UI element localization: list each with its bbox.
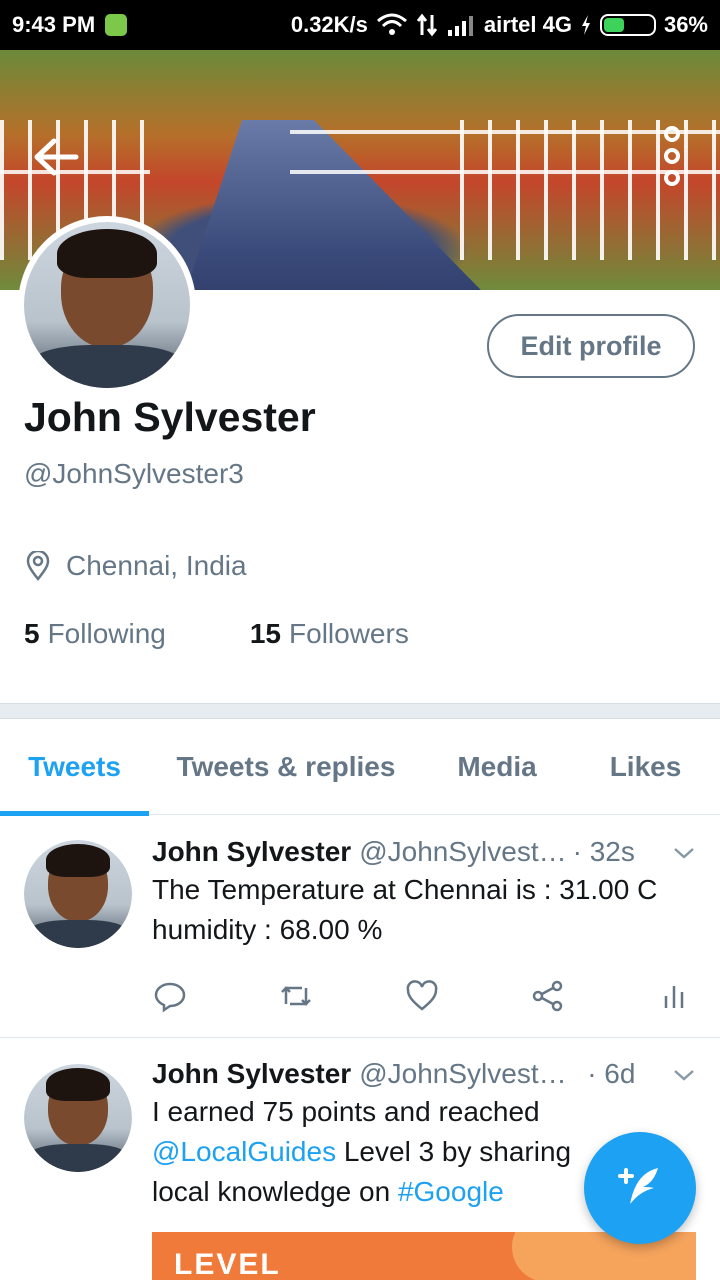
network-speed: 0.32K/s: [290, 12, 368, 37]
tweet-text-line: humidity : 68.00 %: [152, 914, 383, 945]
android-notification-icon: [105, 14, 128, 36]
followers-label: Followers: [289, 618, 409, 649]
wifi-icon: [376, 13, 407, 35]
compose-tweet-icon: [618, 1168, 658, 1204]
back-button[interactable]: [28, 134, 84, 180]
tab-media[interactable]: Media: [423, 719, 571, 815]
more-vertical-icon[interactable]: [660, 126, 684, 186]
retweet-icon[interactable]: [278, 978, 314, 1014]
tab-tweets[interactable]: Tweets: [0, 719, 149, 816]
data-transfer-icon: [416, 13, 438, 37]
carrier-label: airtel 4G: [483, 12, 572, 37]
tweet-time: · 6d: [587, 1058, 636, 1089]
following-count: 5: [24, 618, 40, 649]
section-divider: [0, 703, 720, 719]
status-time: 9:43 PM: [12, 12, 96, 37]
like-heart-icon[interactable]: [404, 978, 440, 1014]
battery-icon: [599, 14, 656, 36]
status-bar: 9:43 PM 0.32K/s airtel 4G 36%: [0, 0, 720, 50]
mention-link[interactable]: @LocalGuides: [152, 1136, 336, 1167]
tweet-text-fragment: local knowledge on: [152, 1176, 398, 1207]
edit-profile-button[interactable]: Edit profile: [487, 314, 695, 378]
followers-link[interactable]: 15 Followers: [250, 618, 409, 650]
following-link[interactable]: 5 Following: [24, 618, 166, 650]
tab-tweets-replies[interactable]: Tweets & replies: [149, 719, 423, 815]
tweet-text-line: The Temperature at Chennai is : 31.00 C: [152, 874, 658, 905]
tweet-author-handle: @JohnSylvest…: [359, 836, 567, 867]
profile-handle: @JohnSylvester3: [24, 458, 244, 489]
location-pin-icon: [26, 551, 50, 581]
charging-icon: [581, 15, 590, 35]
tweet-item[interactable]: John Sylvester @JohnSylvest… · 32s The T…: [0, 816, 720, 1038]
reply-icon[interactable]: [152, 978, 188, 1014]
tweet-media-image[interactable]: LEVEL: [152, 1232, 696, 1280]
analytics-icon[interactable]: [656, 978, 692, 1014]
profile-tabs: Tweets Tweets & replies Media Likes: [0, 719, 720, 816]
followers-count: 15: [249, 618, 282, 649]
profile-name: John Sylvester: [24, 394, 316, 440]
location-text: Chennai, India: [66, 550, 247, 581]
tweet-author-name: John Sylvester: [152, 1058, 352, 1089]
profile-stats: 5 Following 15 Followers: [24, 618, 409, 650]
profile-avatar[interactable]: [18, 216, 196, 394]
battery-percent: 36%: [663, 12, 708, 37]
compose-tweet-button[interactable]: [584, 1132, 696, 1244]
signal-icon: [447, 16, 473, 36]
following-label: Following: [47, 618, 166, 649]
tweet-time: · 32s: [572, 836, 635, 867]
hashtag-link[interactable]: #Google: [398, 1176, 504, 1207]
tweet-actions: [152, 978, 692, 1014]
tweet-author-handle: @JohnSylveste…: [359, 1058, 582, 1089]
profile-location: Chennai, India: [24, 550, 247, 582]
share-icon[interactable]: [530, 978, 566, 1014]
tweet-author-name: John Sylvester: [152, 836, 352, 867]
arrow-left-icon: [34, 138, 79, 176]
tweet-text-line: I earned 75 points and reached: [152, 1096, 540, 1127]
tab-likes[interactable]: Likes: [571, 719, 720, 815]
image-text: LEVEL: [174, 1248, 281, 1280]
chevron-down-icon[interactable]: [672, 845, 696, 861]
tweet-avatar[interactable]: [24, 840, 132, 948]
tweet-avatar[interactable]: [24, 1064, 132, 1172]
tweet-text-fragment: Level 3 by sharing: [336, 1136, 572, 1167]
chevron-down-icon[interactable]: [672, 1067, 696, 1083]
